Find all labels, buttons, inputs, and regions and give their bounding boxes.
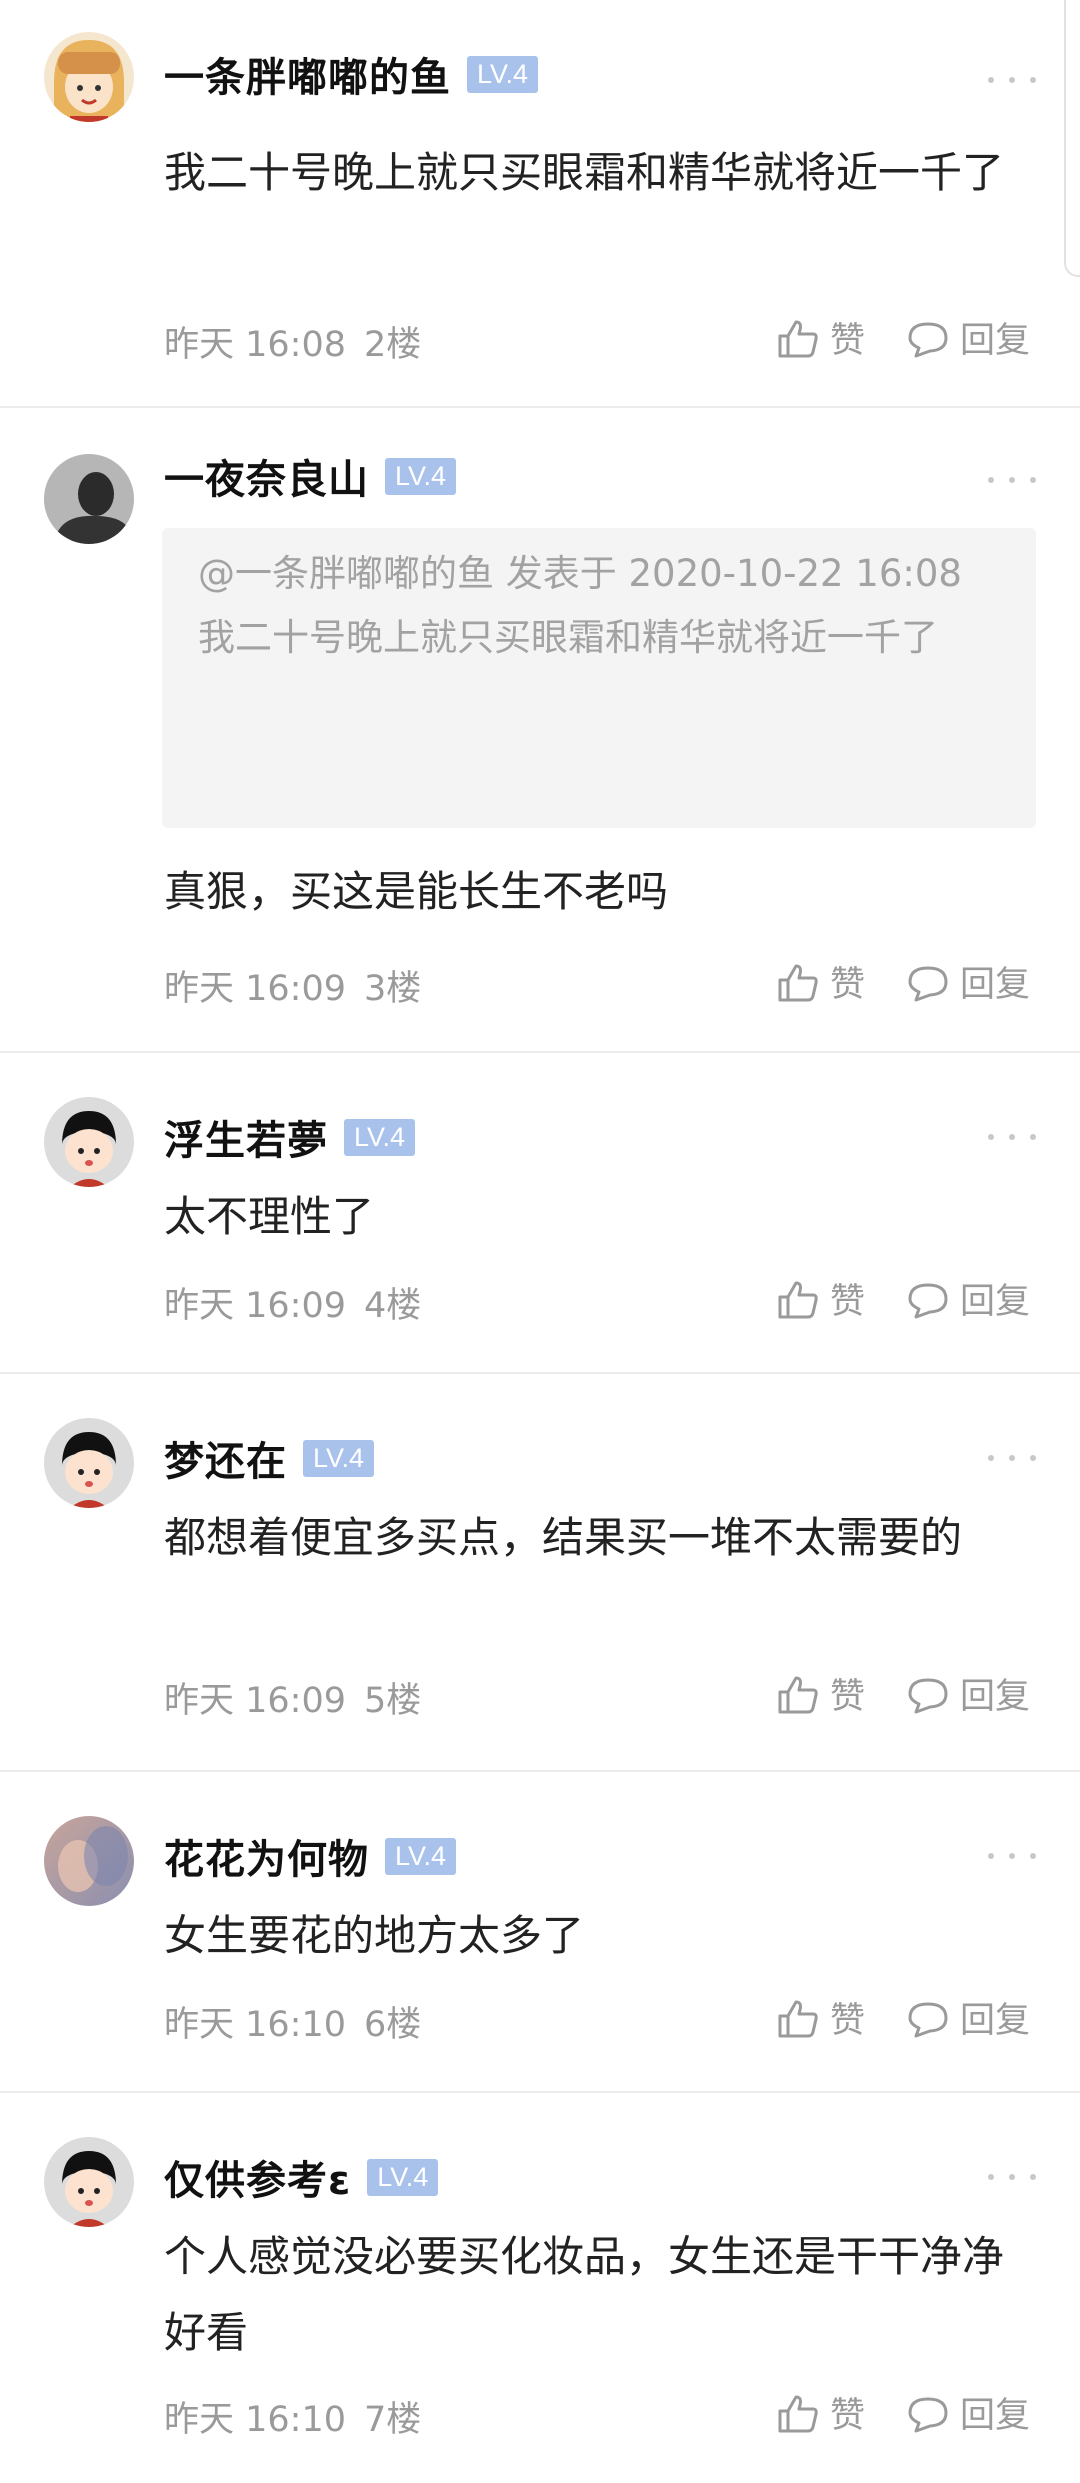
like-button[interactable]: 赞 [776, 2387, 865, 2438]
like-button[interactable]: 赞 [776, 312, 865, 363]
reply-button[interactable]: 回复 [906, 1668, 1030, 1719]
quoted-comment[interactable]: @一条胖嘟嘟的鱼 发表于 2020-10-22 16:08 我二十号晚上就只买眼… [162, 528, 1036, 828]
comment-meta: 昨天 16:08 2楼 [164, 316, 421, 367]
username[interactable]: 梦还在 [164, 1429, 287, 1487]
comment-meta: 昨天 16:09 3楼 [164, 960, 421, 1011]
comment-text: 都想着便宜多买点，结果买一堆不太需要的 [164, 1513, 963, 1562]
level-badge: LV.4 [385, 1837, 457, 1875]
more-options-icon[interactable] [988, 70, 1036, 90]
floor-number: 7楼 [364, 2400, 422, 2440]
comment-item: 一条胖嘟嘟的鱼 LV.4 我二十号晚上就只买眼霜和精华就将近一千了 昨天 16:… [0, 0, 1080, 408]
like-label: 赞 [830, 1282, 866, 1322]
comment-text: 女生要花的地方太多了 [164, 1911, 585, 1960]
thumbs-up-icon [778, 2000, 818, 2037]
more-options-icon[interactable] [988, 1846, 1036, 1866]
timestamp: 昨天 16:09 [164, 1286, 346, 1326]
more-options-icon[interactable] [988, 1448, 1036, 1468]
reply-label: 回复 [960, 321, 1031, 361]
floor-number: 3楼 [364, 969, 422, 1009]
comment-text: 真狠，买这是能长生不老吗 [164, 867, 669, 916]
quote-body: 我二十号晚上就只买眼霜和精华就将近一千了 [198, 616, 938, 659]
timestamp: 昨天 16:10 [164, 2400, 346, 2440]
floor-number: 4楼 [364, 1286, 422, 1326]
username[interactable]: 一夜奈良山 [164, 447, 369, 505]
chat-bubble-icon [908, 322, 948, 357]
comment-text: 太不理性了 [164, 1192, 375, 1241]
avatar[interactable] [44, 2137, 134, 2227]
floor-number: 2楼 [364, 325, 422, 365]
thumbs-up-icon [778, 964, 818, 1001]
level-badge: LV.4 [467, 55, 539, 93]
comment-item: 一夜奈良山 LV.4 @一条胖嘟嘟的鱼 发表于 2020-10-22 16:08… [0, 406, 1080, 1053]
avatar[interactable] [44, 1816, 134, 1906]
chat-bubble-icon [908, 2397, 948, 2432]
chat-bubble-icon [908, 1283, 948, 1318]
username[interactable]: 浮生若夢 [164, 1108, 328, 1166]
comment-text: 我二十号晚上就只买眼霜和精华就将近一千了 [164, 148, 1005, 197]
floor-number: 5楼 [364, 1681, 422, 1721]
comment-item: 花花为何物 LV.4 女生要花的地方太多了 昨天 16:10 6楼 赞 回复 [0, 1770, 1080, 2093]
like-label: 赞 [830, 321, 866, 361]
like-label: 赞 [830, 1677, 866, 1717]
timestamp: 昨天 16:09 [164, 1681, 346, 1721]
reply-button[interactable]: 回复 [906, 1992, 1030, 2043]
like-label: 赞 [830, 965, 866, 1005]
like-button[interactable]: 赞 [776, 1992, 865, 2043]
level-badge: LV.4 [303, 1439, 375, 1477]
level-badge: LV.4 [344, 1118, 416, 1156]
avatar[interactable] [44, 32, 134, 122]
more-options-icon[interactable] [988, 470, 1036, 490]
username[interactable]: 一条胖嘟嘟的鱼 [164, 45, 451, 103]
thumbs-up-icon [778, 2395, 818, 2432]
timestamp: 昨天 16:09 [164, 969, 346, 1009]
more-options-icon[interactable] [988, 2167, 1036, 2187]
reply-button[interactable]: 回复 [906, 1273, 1030, 1324]
avatar[interactable] [44, 1418, 134, 1508]
thumbs-up-icon [778, 1676, 818, 1713]
comment-text: 个人感觉没必要买化妆品，女生还是干干净净好看 [164, 2232, 1005, 2357]
reply-label: 回复 [960, 1677, 1031, 1717]
reply-label: 回复 [960, 2396, 1031, 2436]
more-options-icon[interactable] [988, 1127, 1036, 1147]
comment-item: 浮生若夢 LV.4 太不理性了 昨天 16:09 4楼 赞 回复 [0, 1051, 1080, 1374]
timestamp: 昨天 16:10 [164, 2005, 346, 2045]
reply-label: 回复 [960, 2001, 1031, 2041]
thumbs-up-icon [778, 1281, 818, 1318]
reply-button[interactable]: 回复 [906, 312, 1030, 363]
chat-bubble-icon [908, 2002, 948, 2037]
reply-label: 回复 [960, 1282, 1031, 1322]
comment-item: 梦还在 LV.4 都想着便宜多买点，结果买一堆不太需要的 昨天 16:09 5楼 … [0, 1372, 1080, 1772]
like-button[interactable]: 赞 [776, 1668, 865, 1719]
avatar[interactable] [44, 1097, 134, 1187]
comment-meta: 昨天 16:10 7楼 [164, 2391, 421, 2442]
floor-number: 6楼 [364, 2005, 422, 2045]
thumbs-up-icon [778, 320, 818, 357]
quote-header: @一条胖嘟嘟的鱼 发表于 2020-10-22 16:08 [198, 552, 962, 595]
chat-bubble-icon [908, 1678, 948, 1713]
like-button[interactable]: 赞 [776, 1273, 865, 1324]
avatar[interactable] [44, 454, 134, 544]
comment-meta: 昨天 16:09 4楼 [164, 1277, 421, 1328]
like-button[interactable]: 赞 [776, 956, 865, 1007]
username[interactable]: 花花为何物 [164, 1827, 369, 1885]
username[interactable]: 仅供参考ε [164, 2148, 351, 2206]
level-badge: LV.4 [385, 457, 457, 495]
reply-button[interactable]: 回复 [906, 956, 1030, 1007]
reply-button[interactable]: 回复 [906, 2387, 1030, 2438]
comment-meta: 昨天 16:09 5楼 [164, 1672, 421, 1723]
like-label: 赞 [830, 2001, 866, 2041]
comment-item: 仅供参考ε LV.4 个人感觉没必要买化妆品，女生还是干干净净好看 昨天 16:… [0, 2091, 1080, 2483]
chat-bubble-icon [908, 966, 948, 1001]
like-label: 赞 [830, 2396, 866, 2436]
timestamp: 昨天 16:08 [164, 325, 346, 365]
level-badge: LV.4 [367, 2158, 439, 2196]
comment-meta: 昨天 16:10 6楼 [164, 1996, 421, 2047]
reply-label: 回复 [960, 965, 1031, 1005]
